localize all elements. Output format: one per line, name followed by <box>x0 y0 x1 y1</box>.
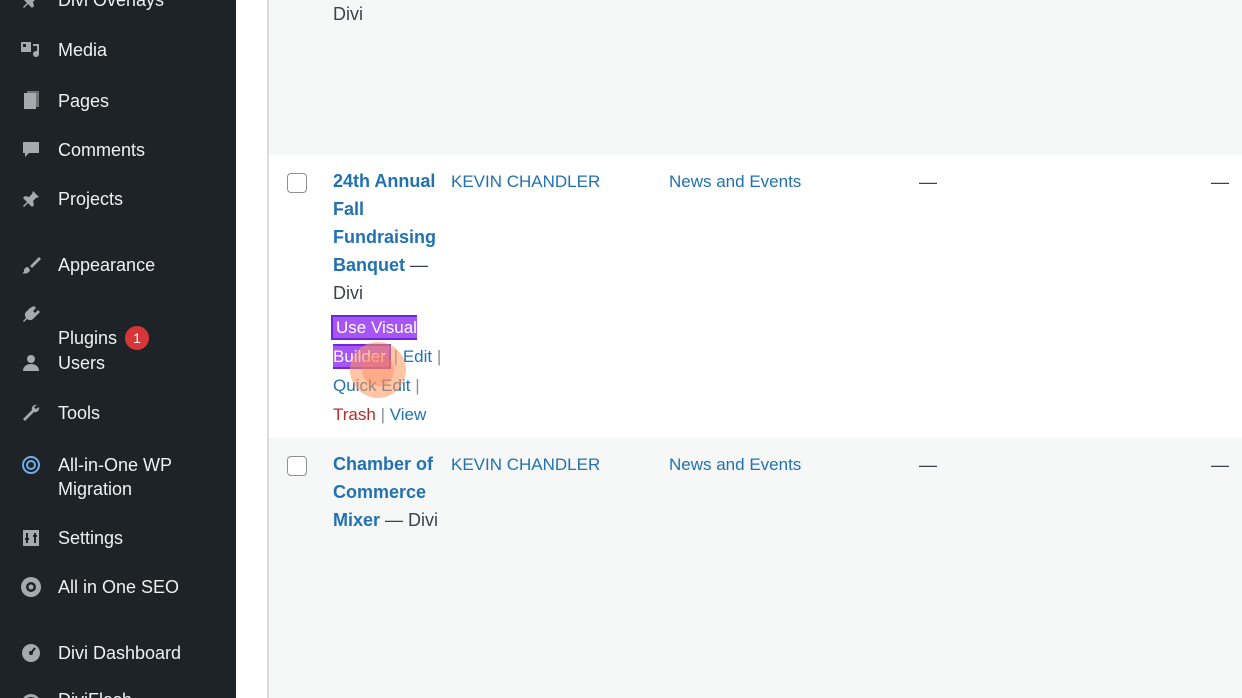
sidebar-item-users[interactable]: Users <box>0 351 236 375</box>
sidebar-item-label: All in One SEO <box>58 577 180 597</box>
table-row: Divi <box>269 0 1242 155</box>
sidebar-item-label: All-in-One WP Migration <box>58 455 173 499</box>
sidebar-item-appearance[interactable]: Appearance <box>0 253 236 277</box>
pages-icon <box>20 90 42 112</box>
users-icon <box>20 352 42 374</box>
post-title-cell: 24th Annual Fall Fundraising Banquet — D… <box>333 167 451 307</box>
sidebar-item-tools[interactable]: Tools <box>0 401 236 425</box>
action-separator: | <box>436 347 442 366</box>
sidebar-item-pages[interactable]: Pages <box>0 89 236 113</box>
sidebar-item-settings[interactable]: Settings <box>0 526 236 550</box>
sidebar-item-label: DiviFlash <box>58 688 132 698</box>
view-link[interactable]: View <box>390 405 427 424</box>
sidebar-item-label: Media <box>58 40 108 60</box>
seo-gear-icon <box>20 576 42 598</box>
settings-icon <box>20 527 42 549</box>
post-comments: — <box>1211 455 1229 475</box>
pin-icon <box>20 188 42 210</box>
sidebar-item-diviflash[interactable]: DiviFlash <box>0 688 236 698</box>
sidebar-item-projects[interactable]: Projects <box>0 187 236 211</box>
pin-icon <box>20 0 42 11</box>
action-separator: | <box>415 376 420 395</box>
sidebar-item-media[interactable]: Media <box>0 38 236 62</box>
action-separator: | <box>393 347 399 366</box>
sidebar-item-all-in-one-seo[interactable]: All in One SEO <box>0 575 236 599</box>
post-state: Divi <box>333 4 363 24</box>
edit-link[interactable]: Edit <box>403 347 432 366</box>
table-row: 24th Annual Fall Fundraising Banquet — D… <box>269 155 1242 438</box>
post-category-link[interactable]: News and Events <box>669 453 801 477</box>
sidebar-item-label: Plugins <box>58 328 118 348</box>
row-checkbox[interactable] <box>287 456 307 476</box>
sidebar-item-all-in-one-wp-migration[interactable]: All-in-One WP Migration <box>0 453 236 501</box>
sidebar-item-label: Tools <box>58 403 101 423</box>
sidebar-item-label: Comments <box>58 140 146 160</box>
sidebar-item-label-wrap: Plugins 1 <box>58 302 150 351</box>
post-comments: — <box>1211 172 1229 192</box>
admin-sidebar: Divi Overlays Media Pages Comments Proje… <box>0 0 236 698</box>
plugin-icon <box>20 303 42 325</box>
brush-icon <box>20 254 42 276</box>
table-row: Chamber of Commerce Mixer — Divi KEVIN C… <box>269 438 1242 698</box>
dashboard-icon <box>20 642 42 664</box>
post-category-link[interactable]: News and Events <box>669 170 801 194</box>
post-state: — Divi <box>385 510 439 530</box>
post-tags: — <box>919 455 937 475</box>
sidebar-item-divi-dashboard[interactable]: Divi Dashboard <box>0 641 236 665</box>
media-icon <box>20 39 42 61</box>
post-tags: — <box>919 172 937 192</box>
post-title-cell: Divi <box>333 0 451 28</box>
sidebar-item-label: Divi Overlays <box>58 0 165 10</box>
sidebar-gap <box>236 0 268 698</box>
post-author-link[interactable]: KEVIN CHANDLER <box>451 453 600 477</box>
flash-icon <box>20 689 42 698</box>
update-count-badge: 1 <box>125 326 150 351</box>
quick-edit-link[interactable]: Quick Edit <box>333 376 410 395</box>
sidebar-item-label: Settings <box>58 528 124 548</box>
action-separator: | <box>380 405 385 424</box>
sidebar-item-label: Divi Dashboard <box>58 643 182 663</box>
trash-link[interactable]: Trash <box>333 405 376 424</box>
sidebar-item-plugins[interactable]: Plugins 1 <box>0 302 236 351</box>
post-title-cell: Chamber of Commerce Mixer — Divi <box>333 450 451 534</box>
wrench-icon <box>20 402 42 424</box>
sidebar-item-comments[interactable]: Comments <box>0 138 236 162</box>
posts-table: Divi 24th Annual Fall Fundraising Banque… <box>269 0 1242 698</box>
migration-icon <box>20 454 42 476</box>
post-author-link[interactable]: KEVIN CHANDLER <box>451 170 600 194</box>
sidebar-item-divi-overlays[interactable]: Divi Overlays <box>0 0 236 12</box>
sidebar-item-label: Pages <box>58 91 110 111</box>
sidebar-item-label: Users <box>58 353 106 373</box>
row-checkbox[interactable] <box>287 173 307 193</box>
row-actions: Use Visual Builder | Edit | Quick Edit |… <box>333 313 458 429</box>
comments-icon <box>20 139 42 161</box>
sidebar-item-label: Projects <box>58 189 124 209</box>
sidebar-item-label: Appearance <box>58 255 156 275</box>
